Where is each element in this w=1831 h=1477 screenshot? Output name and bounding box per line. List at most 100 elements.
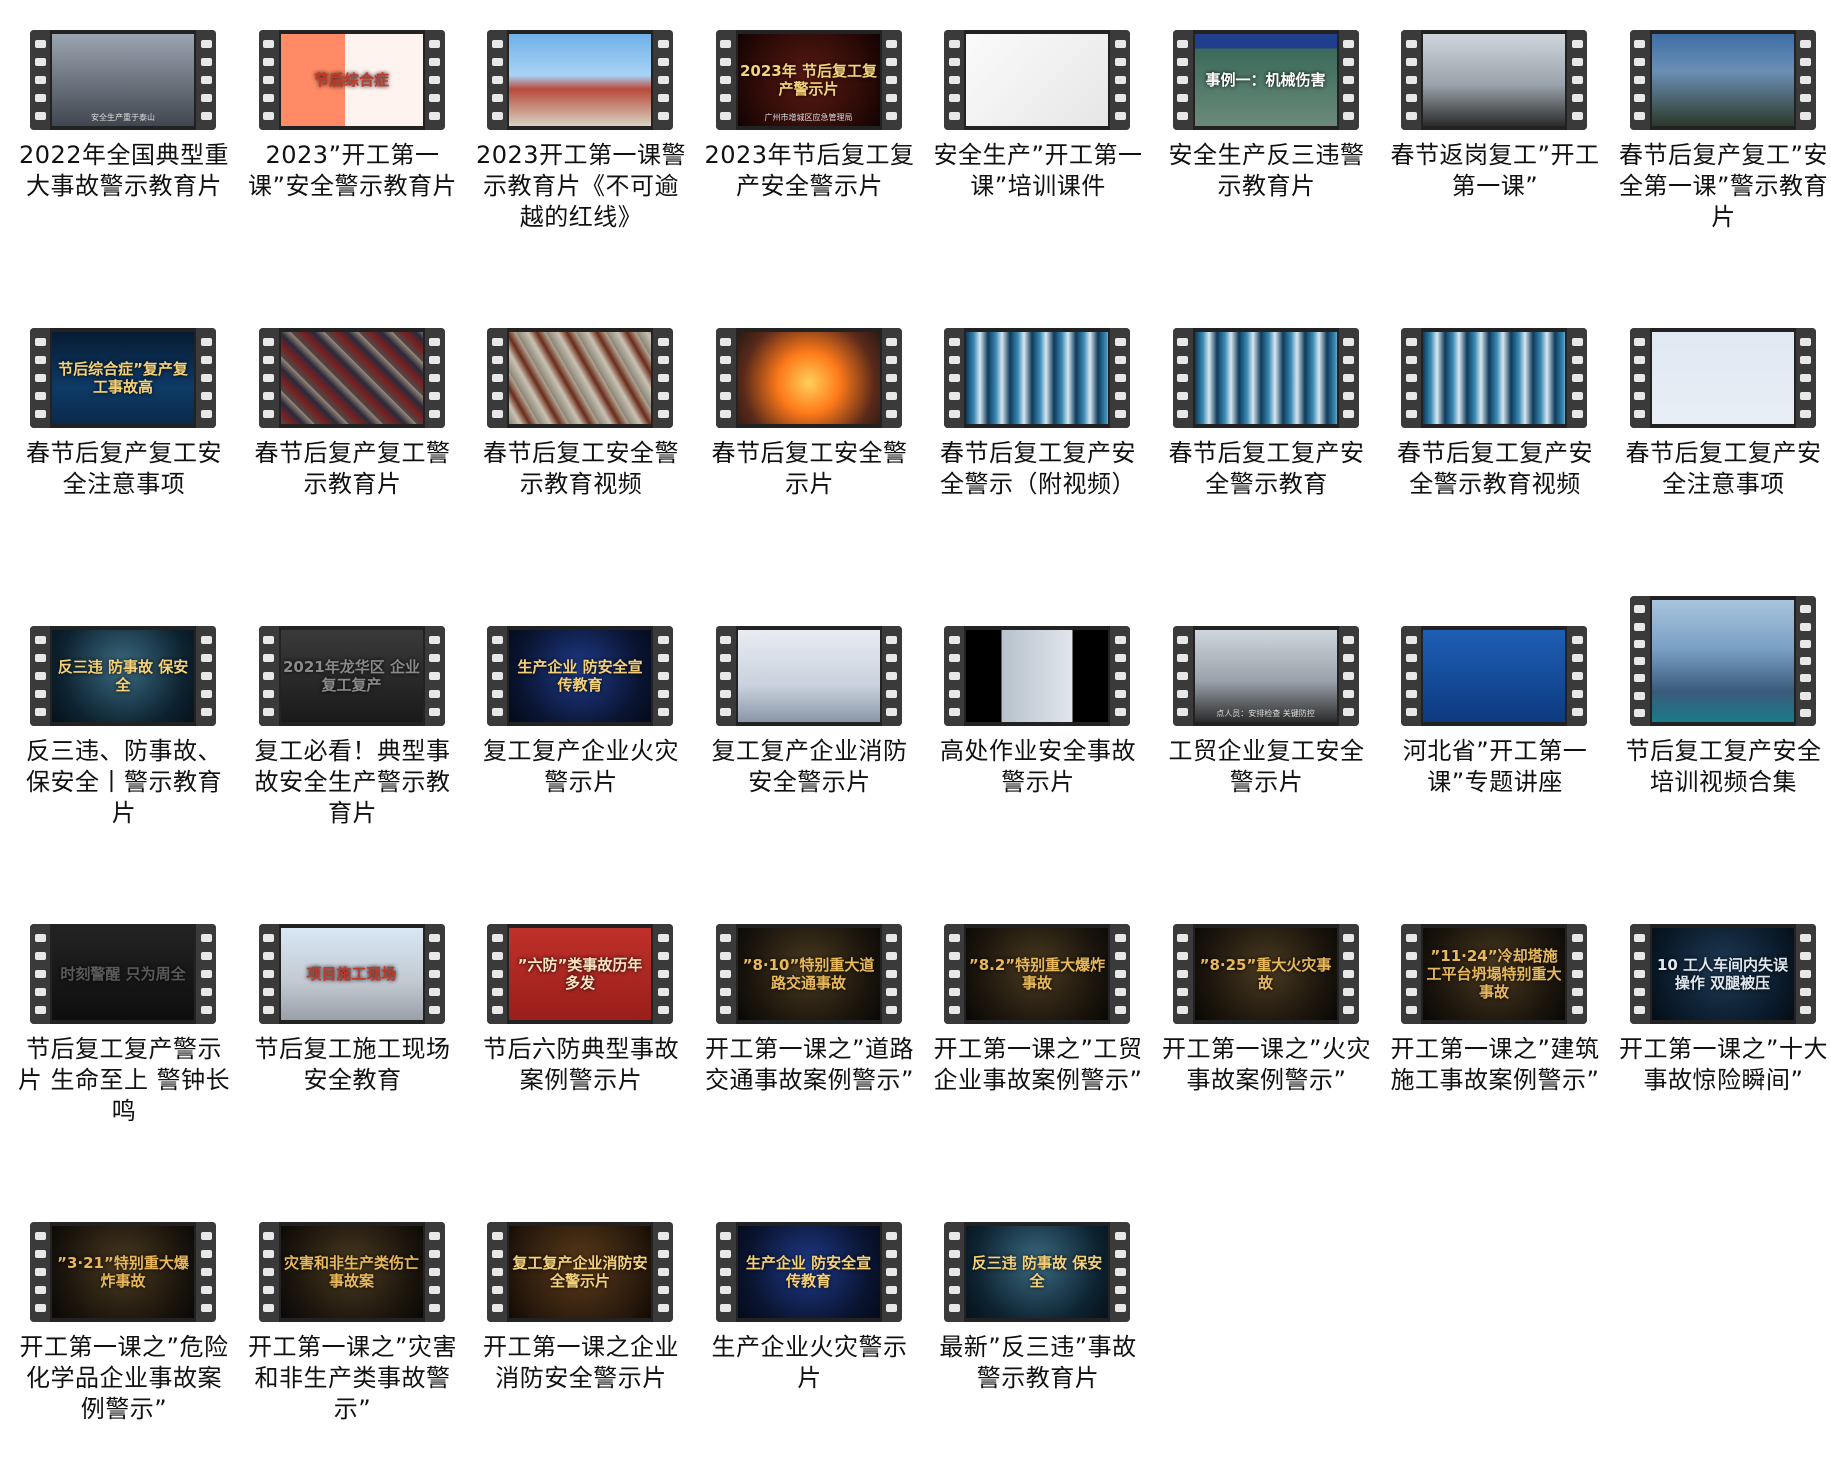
film-thumbnail[interactable]: 生产企业 防安全宣传教育 <box>487 626 673 726</box>
video-title[interactable]: 春节后复产复工”安全第一课”警示教育片 <box>1614 140 1831 233</box>
video-tile[interactable]: ”8·10”特别重大道路交通事故开工第一课之”道路交通事故案例警示” <box>686 894 914 1179</box>
film-thumbnail[interactable] <box>944 30 1130 130</box>
film-thumbnail[interactable] <box>1401 626 1587 726</box>
film-thumbnail[interactable] <box>259 328 445 428</box>
film-thumbnail[interactable] <box>944 328 1130 428</box>
film-thumbnail[interactable] <box>1630 328 1816 428</box>
video-title[interactable]: 开工第一课之”灾害和非生产类事故警示” <box>243 1332 463 1425</box>
video-tile[interactable]: 节后综合症”复产复工事故高春节后复产复工安全注意事项 <box>0 298 228 583</box>
film-thumbnail[interactable] <box>487 30 673 130</box>
film-thumbnail[interactable]: 节后综合症”复产复工事故高 <box>30 328 216 428</box>
film-thumbnail[interactable] <box>716 328 902 428</box>
video-title[interactable]: 开工第一课之”火灾事故案例警示” <box>1157 1034 1377 1096</box>
video-tile[interactable]: 事例一：机械伤害安全生产反三违警示教育片 <box>1143 0 1371 285</box>
film-thumbnail[interactable] <box>944 626 1130 726</box>
video-tile[interactable]: 点人员：安排检查 关键防控工贸企业复工安全警示片 <box>1143 596 1371 881</box>
film-thumbnail[interactable] <box>1173 328 1359 428</box>
video-tile[interactable]: 春节后复工复产安全注意事项 <box>1600 298 1828 583</box>
film-thumbnail[interactable]: 项目施工现场 <box>259 924 445 1024</box>
film-thumbnail[interactable]: 点人员：安排检查 关键防控 <box>1173 626 1359 726</box>
video-tile[interactable]: 生产企业 防安全宣传教育复工复产企业火灾警示片 <box>457 596 685 881</box>
video-title[interactable]: 反三违、防事故、保安全丨警示教育片 <box>14 736 234 829</box>
film-thumbnail[interactable]: 2021年龙华区 企业复工复产 <box>259 626 445 726</box>
video-title[interactable]: 河北省”开工第一课”专题讲座 <box>1385 736 1605 798</box>
film-thumbnail[interactable]: 节后综合症 <box>259 30 445 130</box>
video-tile[interactable]: 复工复产企业消防安全警示片 <box>686 596 914 881</box>
video-title[interactable]: 生产企业火灾警示片 <box>700 1332 920 1394</box>
film-thumbnail[interactable]: 10 工人车间内失误操作 双腿被压 <box>1630 924 1816 1024</box>
video-tile[interactable]: 春节后复工安全警示教育视频 <box>457 298 685 583</box>
video-tile[interactable]: 复工复产企业消防安全警示片开工第一课之企业消防安全警示片 <box>457 1192 685 1477</box>
video-title[interactable]: 工贸企业复工安全警示片 <box>1157 736 1377 798</box>
video-title[interactable]: 节后复工施工现场安全教育 <box>243 1034 463 1096</box>
video-title[interactable]: 安全生产反三违警示教育片 <box>1157 140 1377 202</box>
film-thumbnail[interactable]: ”8.2”特别重大爆炸事故 <box>944 924 1130 1024</box>
video-tile[interactable]: 安全生产重于泰山2022年全国典型重大事故警示教育片 <box>0 0 228 285</box>
video-tile[interactable]: 2023年 节后复工复产警示片广州市增城区应急管理局2023年节后复工复产安全警… <box>686 0 914 285</box>
video-tile[interactable]: ”8·25”重大火灾事故开工第一课之”火灾事故案例警示” <box>1143 894 1371 1179</box>
video-title[interactable]: 高处作业安全事故警示片 <box>928 736 1148 798</box>
video-tile[interactable]: 反三违 防事故 保安全反三违、防事故、保安全丨警示教育片 <box>0 596 228 881</box>
film-thumbnail[interactable]: 灾害和非生产类伤亡事故案 <box>259 1222 445 1322</box>
video-tile[interactable]: 时刻警醒 只为周全节后复工复产警示片 生命至上 警钟长鸣 <box>0 894 228 1179</box>
video-tile[interactable]: 春节后复产复工警示教育片 <box>229 298 457 583</box>
video-tile[interactable]: ”六防”类事故历年多发节后六防典型事故案例警示片 <box>457 894 685 1179</box>
video-title[interactable]: 春节后复产复工警示教育片 <box>243 438 463 500</box>
video-tile[interactable]: 春节后复产复工”安全第一课”警示教育片 <box>1600 0 1828 285</box>
film-thumbnail[interactable]: 事例一：机械伤害 <box>1173 30 1359 130</box>
video-title[interactable]: 开工第一课之企业消防安全警示片 <box>471 1332 691 1394</box>
video-title[interactable]: 开工第一课之”建筑施工事故案例警示” <box>1385 1034 1605 1096</box>
video-title[interactable]: 春节后复工复产安全警示教育 <box>1157 438 1377 500</box>
video-title[interactable]: 春节返岗复工”开工第一课” <box>1385 140 1605 202</box>
video-tile[interactable]: 春节后复工复产安全警示教育视频 <box>1371 298 1599 583</box>
video-tile[interactable]: 高处作业安全事故警示片 <box>914 596 1142 881</box>
video-title[interactable]: 春节后复工复产安全警示（附视频） <box>928 438 1148 500</box>
film-thumbnail[interactable] <box>716 626 902 726</box>
film-thumbnail[interactable]: ”3·21”特别重大爆炸事故 <box>30 1222 216 1322</box>
video-title[interactable]: 开工第一课之”工贸企业事故案例警示” <box>928 1034 1148 1096</box>
video-title[interactable]: 开工第一课之”道路交通事故案例警示” <box>700 1034 920 1096</box>
video-title[interactable]: 2023”开工第一课”安全警示教育片 <box>243 140 463 202</box>
video-title[interactable]: 节后复工复产安全培训视频合集 <box>1614 736 1831 798</box>
film-thumbnail[interactable] <box>1630 596 1816 726</box>
video-tile[interactable]: 春节后复工安全警示片 <box>686 298 914 583</box>
film-thumbnail[interactable]: 复工复产企业消防安全警示片 <box>487 1222 673 1322</box>
video-tile[interactable]: ”8.2”特别重大爆炸事故开工第一课之”工贸企业事故案例警示” <box>914 894 1142 1179</box>
film-thumbnail[interactable]: ”8·10”特别重大道路交通事故 <box>716 924 902 1024</box>
video-tile[interactable]: 节后复工复产安全培训视频合集 <box>1600 596 1828 881</box>
film-thumbnail[interactable] <box>1401 30 1587 130</box>
film-thumbnail[interactable]: ”8·25”重大火灾事故 <box>1173 924 1359 1024</box>
video-tile[interactable]: 河北省”开工第一课”专题讲座 <box>1371 596 1599 881</box>
video-title[interactable]: 节后六防典型事故案例警示片 <box>471 1034 691 1096</box>
film-thumbnail[interactable]: 安全生产重于泰山 <box>30 30 216 130</box>
video-title[interactable]: 开工第一课之”十大事故惊险瞬间” <box>1614 1034 1831 1096</box>
video-title[interactable]: 2022年全国典型重大事故警示教育片 <box>14 140 234 202</box>
video-tile[interactable]: 10 工人车间内失误操作 双腿被压开工第一课之”十大事故惊险瞬间” <box>1600 894 1828 1179</box>
film-thumbnail[interactable]: 时刻警醒 只为周全 <box>30 924 216 1024</box>
video-tile[interactable]: 灾害和非生产类伤亡事故案开工第一课之”灾害和非生产类事故警示” <box>229 1192 457 1477</box>
video-tile[interactable]: 春节返岗复工”开工第一课” <box>1371 0 1599 285</box>
video-tile[interactable]: 安全生产”开工第一课”培训课件 <box>914 0 1142 285</box>
film-thumbnail[interactable]: 生产企业 防安全宣传教育 <box>716 1222 902 1322</box>
video-tile[interactable]: 项目施工现场节后复工施工现场安全教育 <box>229 894 457 1179</box>
film-thumbnail[interactable]: 反三违 防事故 保安全 <box>944 1222 1130 1322</box>
video-title[interactable]: 安全生产”开工第一课”培训课件 <box>928 140 1148 202</box>
video-title[interactable]: 开工第一课之”危险化学品企业事故案例警示” <box>14 1332 234 1425</box>
film-thumbnail[interactable] <box>487 328 673 428</box>
video-tile[interactable]: 节后综合症2023”开工第一课”安全警示教育片 <box>229 0 457 285</box>
video-title[interactable]: 春节后复工复产安全警示教育视频 <box>1385 438 1605 500</box>
video-title[interactable]: 2023开工第一课警示教育片《不可逾越的红线》 <box>471 140 691 233</box>
film-thumbnail[interactable]: ”11·24”冷却塔施工平台坍塌特别重大事故 <box>1401 924 1587 1024</box>
video-title[interactable]: 复工必看！典型事故安全生产警示教育片 <box>243 736 463 829</box>
video-title[interactable]: 春节后复工复产安全注意事项 <box>1614 438 1831 500</box>
video-title[interactable]: 复工复产企业消防安全警示片 <box>700 736 920 798</box>
video-tile[interactable]: 春节后复工复产安全警示（附视频） <box>914 298 1142 583</box>
film-thumbnail[interactable] <box>1630 30 1816 130</box>
video-title[interactable]: 最新”反三违”事故警示教育片 <box>928 1332 1148 1394</box>
video-tile[interactable]: ”3·21”特别重大爆炸事故开工第一课之”危险化学品企业事故案例警示” <box>0 1192 228 1477</box>
video-tile[interactable]: 生产企业 防安全宣传教育生产企业火灾警示片 <box>686 1192 914 1477</box>
film-thumbnail[interactable]: 2023年 节后复工复产警示片广州市增城区应急管理局 <box>716 30 902 130</box>
video-tile[interactable]: 春节后复工复产安全警示教育 <box>1143 298 1371 583</box>
video-title[interactable]: 2023年节后复工复产安全警示片 <box>700 140 920 202</box>
video-tile[interactable]: 反三违 防事故 保安全最新”反三违”事故警示教育片 <box>914 1192 1142 1477</box>
